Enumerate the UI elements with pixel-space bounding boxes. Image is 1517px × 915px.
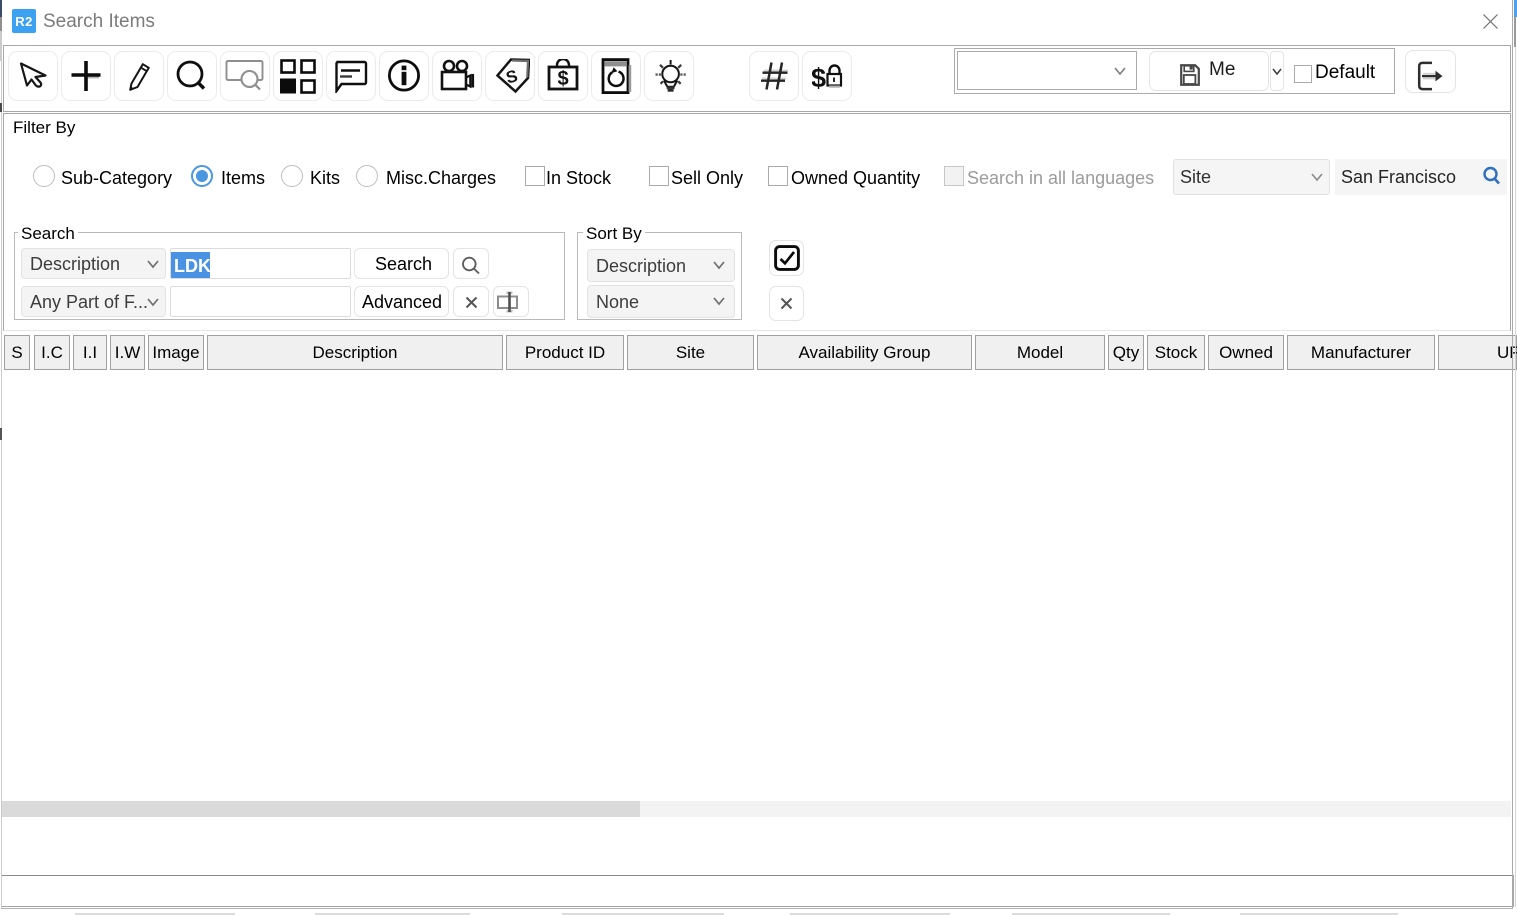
svg-text:$: $ <box>812 63 826 91</box>
svg-text:$: $ <box>558 68 569 90</box>
